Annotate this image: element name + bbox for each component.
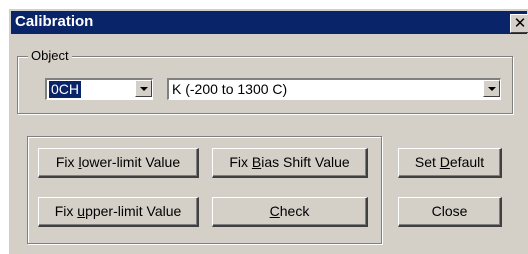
set-default-label-pre: Set [414,154,440,170]
object-group-label: Object [28,49,72,63]
close-icon[interactable]: ✕ [510,14,528,33]
set-default-label-post: efault [449,154,485,170]
fix-upper-label-key: u [77,203,86,219]
chevron-down-icon [488,87,496,91]
channel-select[interactable]: 0CH [45,78,153,100]
set-default-label-key: D [439,154,450,170]
sensor-type-select[interactable]: K (-200 to 1300 C) [167,78,501,100]
close-button[interactable]: Close [398,197,502,227]
fix-bias-label-pre: Fix [229,154,252,170]
chevron-down-icon [140,87,148,91]
sensor-type-dropdown-button[interactable] [483,80,500,97]
fix-lower-limit-button[interactable]: Fix lower-limit Value [38,148,199,178]
title-bar[interactable]: Calibration [11,11,527,34]
set-default-button[interactable]: Set Default [398,148,502,178]
fix-upper-label-post: pper-limit Value [85,203,182,219]
fix-lower-label-post: ower-limit Value [81,154,181,170]
window-title: Calibration [15,13,94,30]
channel-dropdown-button[interactable] [135,80,152,97]
fix-bias-label-post: ias Shift Value [261,154,350,170]
close-glyph: ✕ [513,14,527,32]
check-label-key: C [269,203,280,219]
sensor-type-select-value: K (-200 to 1300 C) [172,81,288,97]
fix-lower-label-pre: Fix [55,154,79,170]
fix-upper-limit-button[interactable]: Fix upper-limit Value [38,197,199,227]
fix-upper-label-pre: Fix [54,203,78,219]
check-button[interactable]: Check [212,197,368,227]
channel-select-value: 0CH [47,80,83,99]
close-button-label: Close [431,203,468,219]
check-label-post: heck [279,203,310,219]
fix-bias-label-key: B [251,154,262,170]
fix-bias-shift-button[interactable]: Fix Bias Shift Value [212,148,368,178]
